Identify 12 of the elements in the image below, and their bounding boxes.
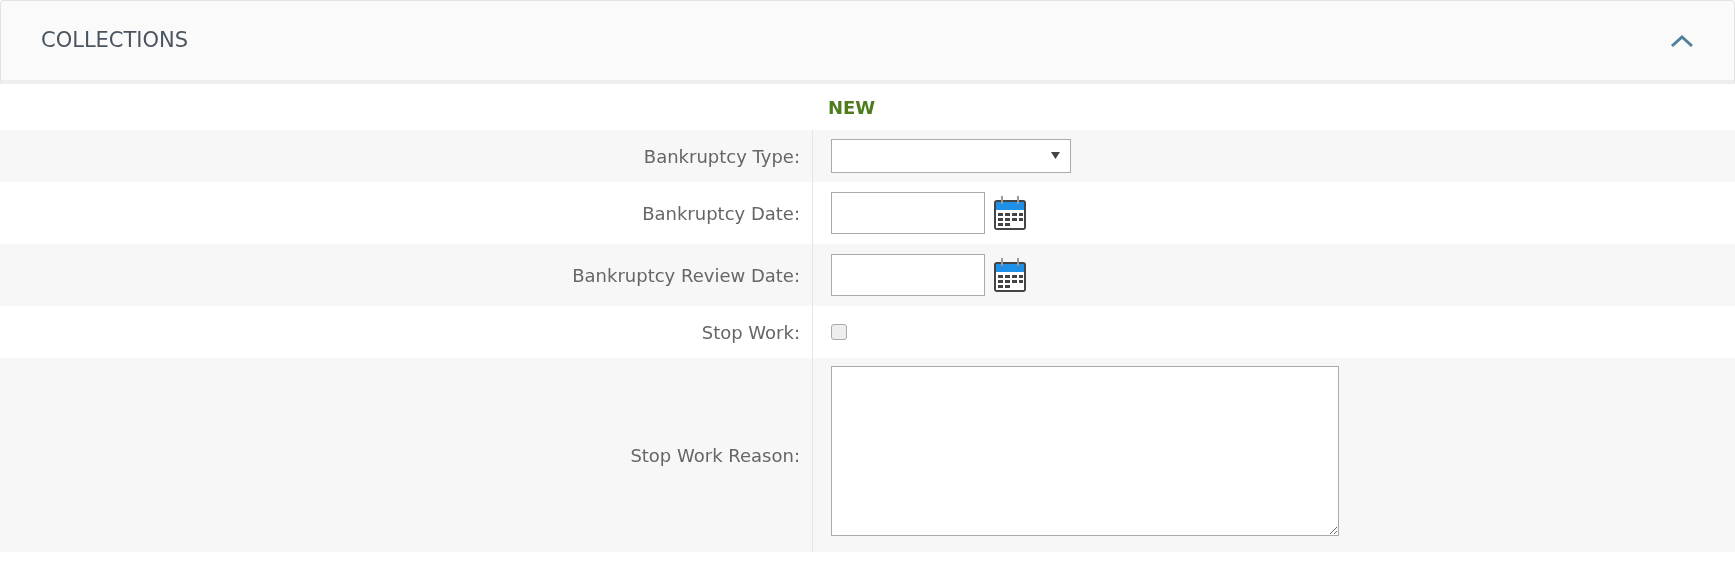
caret-icon bbox=[1051, 152, 1060, 159]
panel-title: COLLECTIONS bbox=[41, 26, 189, 54]
field-label: Bankruptcy Review Date: bbox=[0, 244, 813, 306]
date-field[interactable] bbox=[831, 254, 985, 296]
calendar-icon[interactable] bbox=[993, 195, 1027, 231]
status-label: NEW bbox=[828, 95, 876, 120]
dropdown-field[interactable] bbox=[831, 139, 1071, 173]
date-field[interactable] bbox=[831, 192, 985, 234]
calendar-icon[interactable] bbox=[993, 257, 1027, 293]
field-label: Bankruptcy Type: bbox=[0, 130, 813, 182]
checkbox[interactable] bbox=[831, 324, 847, 340]
field-label: Stop Work Reason: bbox=[0, 358, 813, 552]
